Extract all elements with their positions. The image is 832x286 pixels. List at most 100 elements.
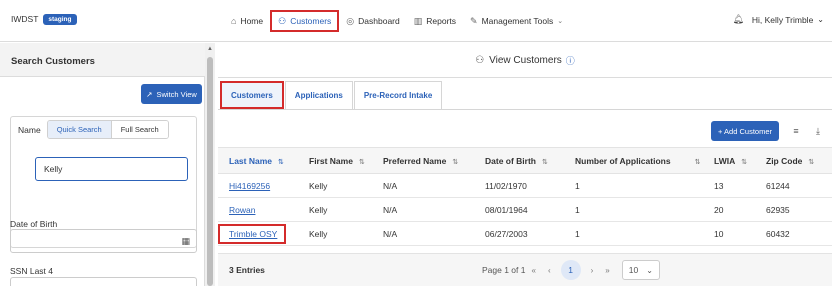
next-page-icon[interactable]: › <box>591 266 594 275</box>
tab-applications[interactable]: Applications <box>284 81 353 109</box>
table-toolbar: + Add Customer ≡ ⤓ <box>218 110 832 147</box>
cell-zip: 61244 <box>755 173 832 198</box>
page-number[interactable]: 1 <box>560 260 581 280</box>
cell-dob: 11/02/1970 <box>474 173 564 198</box>
col-last-name[interactable]: Last Name ⇅ <box>218 147 298 174</box>
tab-customers[interactable]: Customers <box>220 81 284 109</box>
ssn-label: SSN Last 4 <box>10 266 53 276</box>
tab-pre-record-intake[interactable]: Pre-Record Intake <box>353 81 443 109</box>
cell-zip: 62935 <box>755 197 832 222</box>
nav-customers[interactable]: ⚇ Customers <box>270 10 340 32</box>
sidebar-title: Search Customers <box>11 56 95 67</box>
cell-preferred-name: N/A <box>372 173 474 198</box>
add-customer-button[interactable]: + Add Customer <box>711 121 779 141</box>
customer-link[interactable]: Hi4169256 <box>229 181 270 191</box>
col-lwia[interactable]: LWIA ⇅ <box>703 147 755 174</box>
nav-management-tools-label: Management Tools <box>481 16 554 26</box>
col-date-of-birth[interactable]: Date of Birth ⇅ <box>474 147 564 174</box>
download-icon[interactable]: ⤓ <box>810 123 826 139</box>
cell-lwia: 13 <box>703 173 755 198</box>
ssn-input[interactable] <box>10 277 197 286</box>
cell-last-name: Trimble OSY <box>218 221 298 246</box>
bell-icon[interactable]: 🔔︎ <box>732 14 743 25</box>
last-page-icon[interactable]: » <box>605 266 609 275</box>
brand-name: IWDST <box>11 14 39 24</box>
col-preferred-name-label: Preferred Name <box>383 155 447 166</box>
page-title: View Customers <box>489 54 562 66</box>
scrollbar-thumb[interactable] <box>207 57 213 286</box>
table-row: Trimble OSY Kelly N/A 06/27/2003 1 10 60… <box>218 221 832 246</box>
sort-icon: ⇅ <box>694 158 701 166</box>
cell-preferred-name: N/A <box>372 197 474 222</box>
cell-dob: 08/01/1964 <box>474 197 564 222</box>
nav-customers-label: Customers <box>290 16 332 26</box>
sort-icon: ⇅ <box>452 158 459 166</box>
top-navbar: IWDST staging ⌂ Home ⚇ Customers ◎ Dashbo… <box>0 0 832 42</box>
prev-page-icon[interactable]: ‹ <box>548 266 551 275</box>
cell-dob: 06/27/2003 <box>474 221 564 246</box>
chevron-down-icon: ⌄ <box>646 265 653 275</box>
main-nav: ⌂ Home ⚇ Customers ◎ Dashboard ▥ Reports… <box>224 9 570 33</box>
home-icon: ⌂ <box>231 16 237 26</box>
name-search-mode: Name Quick Search Full Search <box>18 120 169 139</box>
scroll-up-icon[interactable]: ▲ <box>207 46 213 52</box>
switch-view-icon: ↗ <box>146 89 153 99</box>
rows-per-page-value: 10 <box>628 265 639 275</box>
col-zip-code-label: Zip Code <box>766 155 803 166</box>
cell-first-name: Kelly <box>298 173 372 198</box>
dashboard-icon: ◎ <box>346 15 355 26</box>
user-menu[interactable]: 🔔︎ Hi, Kelly Trimble ⌄ <box>732 14 824 25</box>
customer-link[interactable]: Rowan <box>229 205 255 215</box>
name-label: Name <box>18 124 41 135</box>
col-number-of-applications[interactable]: Number of Applications ⇅ <box>564 147 703 174</box>
cell-preferred-name: N/A <box>372 221 474 246</box>
table-row: Hi4169256 Kelly N/A 11/02/1970 1 13 6124… <box>218 173 832 198</box>
tools-icon: ✎ <box>470 15 478 26</box>
chevron-down-icon: ⌄ <box>817 15 824 24</box>
sort-icon: ⇅ <box>808 158 815 166</box>
chevron-down-icon: ⌄ <box>557 18 564 25</box>
calendar-icon[interactable]: ▦ <box>181 236 190 247</box>
dob-input[interactable]: ▦ <box>10 229 197 253</box>
sort-icon: ⇅ <box>741 158 748 166</box>
cell-lwia: 20 <box>703 197 755 222</box>
col-zip-code[interactable]: Zip Code ⇅ <box>755 147 832 174</box>
name-input[interactable]: Kelly <box>35 157 188 181</box>
nav-home[interactable]: ⌂ Home <box>224 10 270 32</box>
col-first-name[interactable]: First Name ⇅ <box>298 147 372 174</box>
cell-applications: 1 <box>564 197 703 222</box>
nav-management-tools[interactable]: ✎ Management Tools ⌄ <box>463 10 570 32</box>
columns-menu-icon[interactable]: ≡ <box>788 123 804 139</box>
sort-icon: ⇅ <box>358 158 365 166</box>
nav-dashboard-label: Dashboard <box>358 16 400 26</box>
nav-reports[interactable]: ▥ Reports <box>407 10 463 32</box>
cell-first-name: Kelly <box>298 197 372 222</box>
quick-search-tab[interactable]: Quick Search <box>47 121 112 138</box>
main-panel: ⚇ View Customers ⓘ Customers Application… <box>218 43 832 286</box>
customer-link[interactable]: Trimble OSY <box>229 229 277 239</box>
col-number-of-applications-label: Number of Applications <box>575 155 671 166</box>
nav-dashboard[interactable]: ◎ Dashboard <box>339 10 406 32</box>
brand[interactable]: IWDST staging <box>11 14 77 25</box>
people-icon: ⚇ <box>475 54 485 66</box>
col-lwia-label: LWIA <box>714 155 736 166</box>
cell-zip: 60432 <box>755 221 832 246</box>
full-search-tab[interactable]: Full Search <box>111 121 168 138</box>
sidebar-scrollbar[interactable]: ▲ <box>205 43 215 286</box>
info-icon[interactable]: ⓘ <box>566 54 575 67</box>
first-page-icon[interactable]: « <box>531 266 535 275</box>
sidebar-header: Search Customers <box>0 43 205 77</box>
col-preferred-name[interactable]: Preferred Name ⇅ <box>372 147 474 174</box>
switch-view-label: Switch View <box>156 89 197 99</box>
switch-view-button[interactable]: ↗ Switch View <box>141 84 202 104</box>
table-header-row: Last Name ⇅ First Name ⇅ Preferred Name ⇅ D… <box>218 147 832 174</box>
rows-per-page-select[interactable]: 10 ⌄ <box>621 260 660 280</box>
cell-applications: 1 <box>564 173 703 198</box>
entries-count: 3 Entries <box>229 265 265 275</box>
reports-icon: ▥ <box>413 15 423 26</box>
cell-last-name: Hi4169256 <box>218 173 298 198</box>
col-first-name-label: First Name <box>309 155 353 166</box>
cell-applications: 1 <box>564 221 703 246</box>
divider <box>218 77 832 78</box>
view-tabs: Customers Applications Pre-Record Intake <box>220 81 443 109</box>
